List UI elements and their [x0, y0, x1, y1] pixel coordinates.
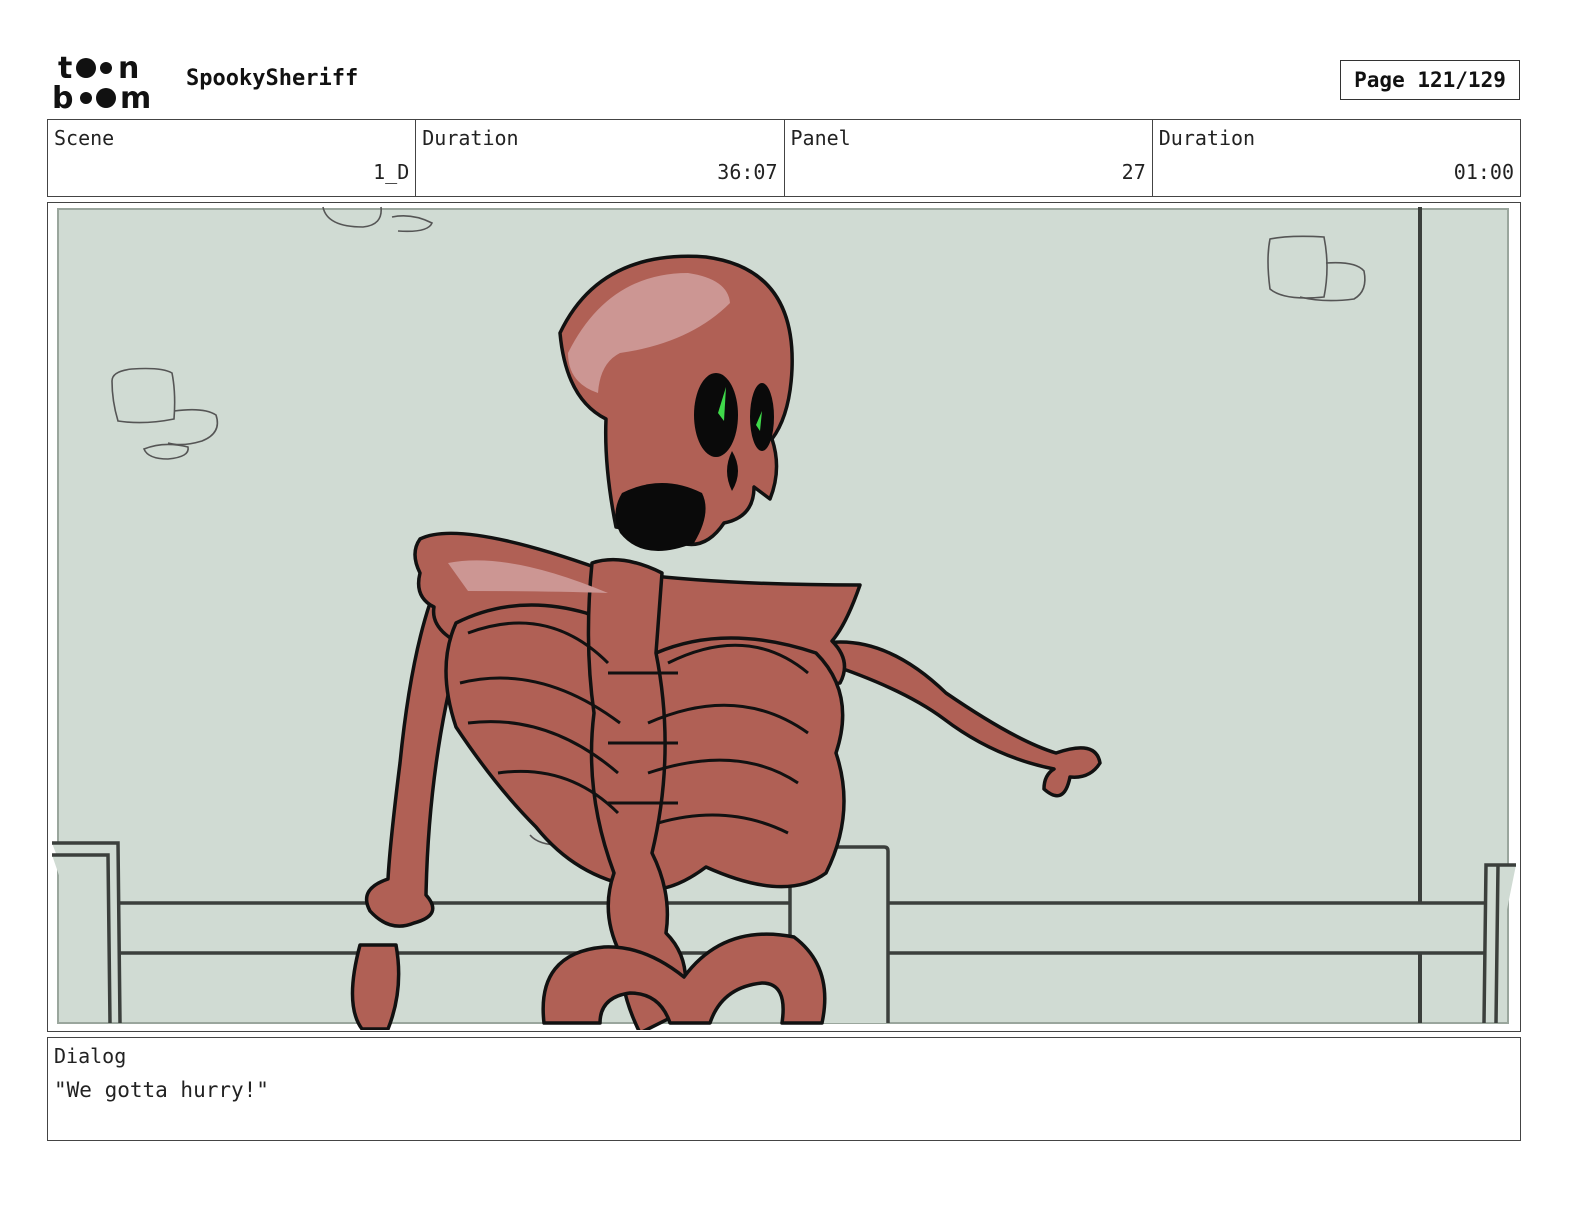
page-indicator: Page 121/129 [1340, 60, 1520, 100]
panel-value: 27 [1121, 160, 1146, 184]
dialog-label: Dialog [54, 1044, 127, 1068]
storyboard-panel [47, 202, 1521, 1032]
panel-cell: Panel 27 [785, 120, 1153, 196]
panel-drawing [52, 206, 1516, 1030]
scene-duration-cell: Duration 36:07 [416, 120, 785, 196]
scene-info-row: Scene 1_D Duration 36:07 Panel 27 Durati… [47, 119, 1521, 197]
panel-duration-label: Duration [1158, 126, 1256, 150]
panel-label: Panel [790, 126, 851, 150]
scene-value: 1_D [373, 160, 410, 184]
svg-text:b: b [52, 81, 73, 112]
dialog-box: Dialog "We gotta hurry!" [47, 1037, 1521, 1141]
panel-duration-cell: Duration 01:00 [1153, 120, 1520, 196]
dialog-text: "We gotta hurry!" [54, 1078, 269, 1102]
panel-duration-value: 01:00 [1453, 160, 1514, 184]
toon-boom-logo: t n b m [52, 52, 151, 112]
scene-label: Scene [54, 126, 115, 150]
scene-duration-label: Duration [422, 126, 519, 150]
scene-duration-value: 36:07 [717, 160, 778, 184]
svg-text:m: m [120, 81, 151, 112]
scene-cell: Scene 1_D [48, 120, 417, 196]
project-title: SpookySheriff [186, 66, 359, 91]
